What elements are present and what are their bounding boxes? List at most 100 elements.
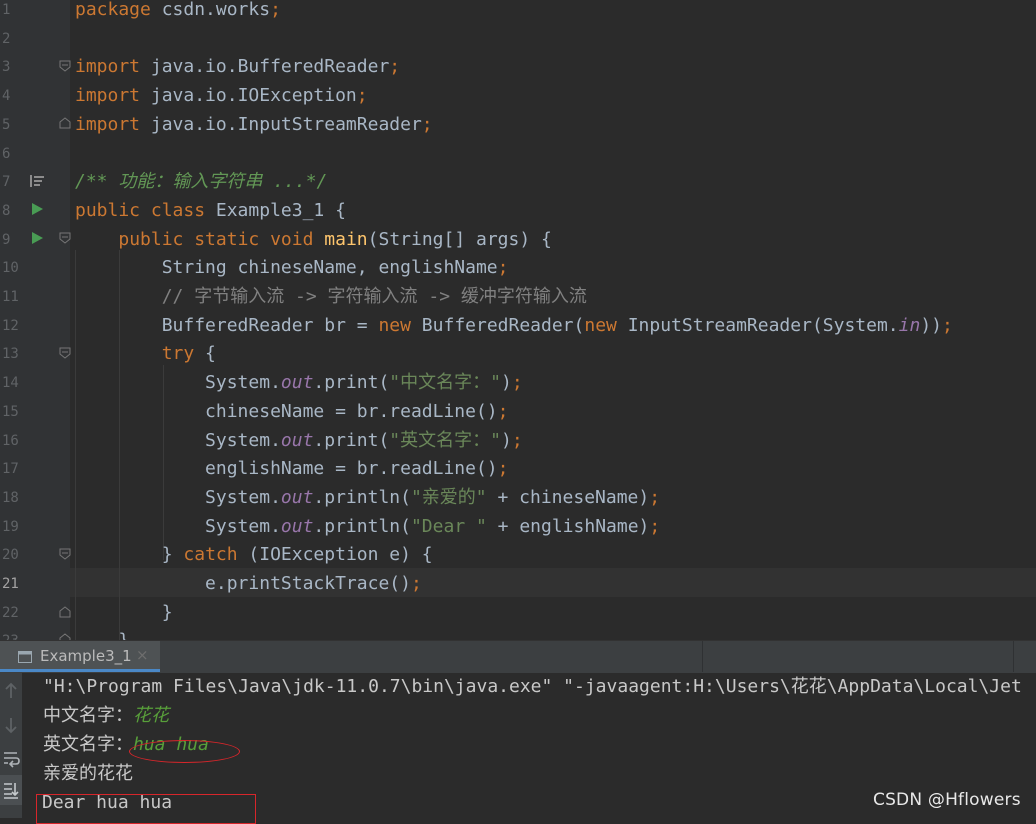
line-number: 22 [2, 604, 19, 621]
line-number: 23 [0, 631, 20, 640]
code-line[interactable]: System.out.println("Dear " + englishName… [75, 515, 660, 546]
keyword: try [161, 343, 195, 365]
code-line[interactable]: public static void main(String[] args) { [75, 228, 552, 259]
code-line[interactable]: /** 功能：输入字符串 ...*/ [75, 172, 327, 201]
code-text: .print( [313, 372, 390, 394]
run-main-icon[interactable] [30, 231, 44, 245]
fold-marker-icon[interactable] [59, 60, 71, 72]
code-line[interactable]: BufferedReader br = new BufferedReader(n… [75, 314, 953, 345]
line-number: 4 [2, 88, 11, 105]
punctuation: ; [356, 85, 368, 107]
punctuation: ; [497, 458, 509, 480]
code-line[interactable]: import java.io.IOException; [75, 86, 368, 115]
code-text: (IOException e) { [237, 544, 433, 566]
method-name: main [324, 228, 368, 250]
code-line[interactable]: // 字节输入流 -> 字符输入流 -> 缓冲字符输入流 [75, 287, 587, 316]
keyword: public static void [118, 228, 314, 250]
punctuation: ; [270, 0, 281, 20]
code-line[interactable]: System.out.println("亲爱的" + chineseName); [75, 486, 660, 517]
close-icon[interactable]: × [136, 646, 149, 664]
line-number: 18 [2, 489, 19, 506]
watermark: CSDN @Hflowers [873, 790, 1021, 810]
code-text: BufferedReader br = [161, 314, 379, 336]
code-text: { [194, 343, 216, 365]
keyword: import [75, 85, 141, 107]
code-line[interactable]: System.out.print("中文名字："); [75, 373, 523, 402]
static-field: in [898, 314, 921, 336]
fold-marker-icon[interactable] [59, 347, 71, 359]
arrow-up-icon[interactable] [2, 681, 20, 701]
line-number-current: 21 [2, 576, 19, 592]
run-class-icon[interactable] [30, 202, 44, 216]
line-number: 20 [2, 547, 19, 564]
code-text: System. [205, 372, 281, 394]
code-text: } [161, 544, 184, 566]
string-literal: "中文名字：" [389, 372, 501, 394]
punctuation: ; [421, 113, 433, 135]
code-text: (String[] args) { [367, 228, 552, 250]
run-tab-example3-1[interactable]: Example3_1 × [0, 641, 160, 672]
console-prompt: 中文名字： [43, 705, 133, 726]
code-line-current[interactable]: e.printStackTrace(); [75, 574, 422, 603]
line-number: 3 [2, 59, 11, 76]
line-number: 16 [2, 432, 19, 449]
punctuation: ; [511, 429, 523, 451]
code-text: InputStreamReader(System. [616, 314, 899, 336]
fold-marker-icon[interactable] [59, 548, 71, 560]
code-line[interactable]: try { [75, 344, 216, 373]
code-text: java.io.IOException [140, 85, 357, 107]
fold-end-icon[interactable] [59, 633, 71, 640]
fold-end-icon[interactable] [59, 606, 71, 618]
static-field: out [280, 372, 314, 394]
code-line[interactable]: System.out.print("英文名字："); [75, 429, 523, 460]
line-number: 15 [2, 403, 19, 420]
punctuation: ; [497, 400, 509, 422]
code-line[interactable]: import java.io.InputStreamReader; [75, 113, 433, 144]
string-literal: "亲爱的" [410, 486, 487, 508]
code-text: System. [205, 429, 281, 451]
line-number: 9 [2, 231, 11, 248]
code-line[interactable]: import java.io.BufferedReader; [75, 57, 400, 86]
console-prompt: 英文名字： [43, 734, 133, 755]
code-line[interactable]: englishName = br.readLine(); [75, 458, 509, 488]
code-text: java.io.InputStreamReader [140, 113, 422, 135]
arrow-down-icon[interactable] [2, 715, 20, 735]
string-literal: "英文名字：" [389, 429, 501, 451]
line-number: 19 [2, 518, 19, 535]
code-text: .println( [313, 515, 411, 537]
punctuation: ; [497, 257, 509, 279]
code-text: .print( [313, 429, 390, 451]
keyword: catch [183, 544, 238, 566]
code-line[interactable]: String chineseName, englishName; [75, 258, 509, 287]
static-field: out [280, 429, 314, 451]
fold-marker-icon[interactable] [59, 232, 71, 244]
code-editor[interactable]: 1 2 3 4 5 6 7 8 9 10 11 12 13 14 15 16 1… [0, 0, 1036, 640]
code-line[interactable]: chineseName = br.readLine(); [75, 400, 509, 431]
code-line[interactable]: } [75, 631, 129, 640]
line-number: 13 [2, 346, 19, 363]
code-line[interactable]: package csdn.works; [75, 0, 281, 29]
code-text: ) [500, 372, 512, 394]
code-text: java.io.BufferedReader [140, 56, 390, 78]
code-text: e.printStackTrace() [205, 573, 411, 594]
code-line[interactable]: } catch (IOException e) { [75, 545, 433, 574]
scroll-to-end-toggle[interactable] [0, 775, 22, 805]
code-text: + chineseName) [486, 486, 650, 508]
fold-end-icon[interactable] [59, 117, 71, 129]
code-line[interactable]: } [75, 602, 173, 632]
code-text: )) [920, 314, 943, 336]
punctuation: ; [389, 56, 401, 78]
code-text: ) [500, 429, 512, 451]
active-tab-indicator [0, 669, 160, 672]
code-line[interactable]: public class Example3_1 { [75, 200, 346, 230]
collapsed-doc-icon[interactable] [30, 174, 44, 188]
soft-wrap-icon[interactable] [2, 748, 20, 768]
